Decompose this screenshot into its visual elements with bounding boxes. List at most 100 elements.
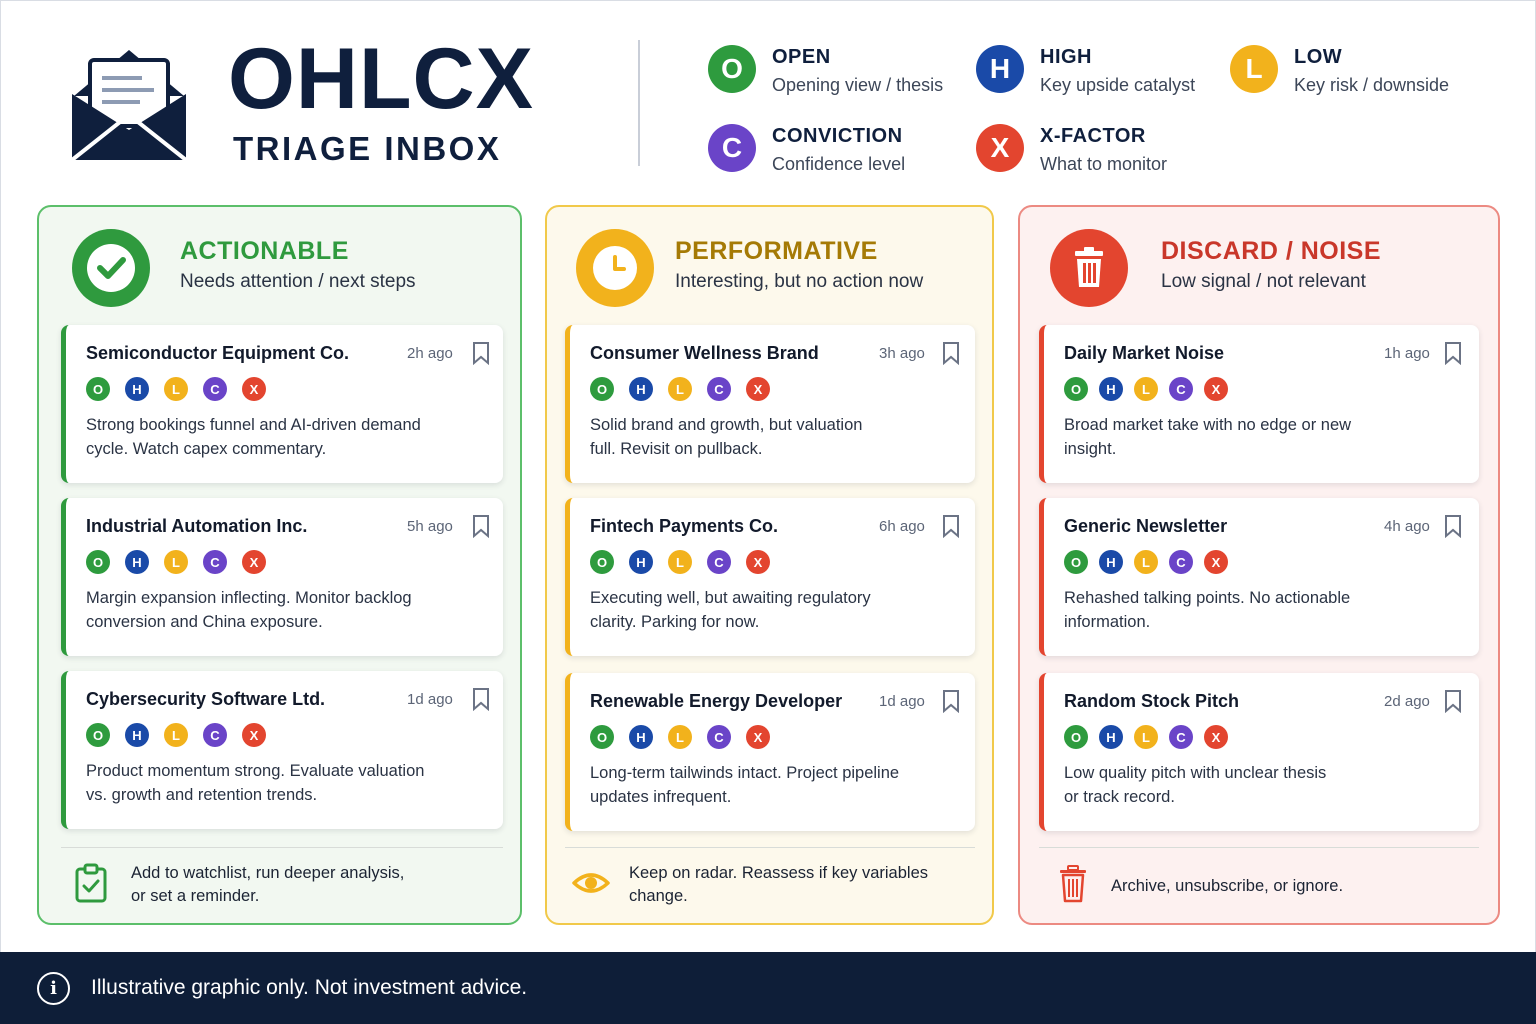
low-badge-icon: L bbox=[164, 377, 188, 401]
legend-title: OPEN bbox=[772, 46, 831, 68]
legend-desc: Key upside catalyst bbox=[1040, 75, 1196, 95]
bookmark-icon[interactable] bbox=[1444, 341, 1462, 365]
high-badge-icon: H bbox=[125, 377, 149, 401]
legend-desc: Opening view / thesis bbox=[772, 75, 944, 95]
message-card[interactable]: Generic Newsletter 4h ago O H L C X Reha… bbox=[1039, 498, 1479, 656]
message-card[interactable]: Consumer Wellness Brand 3h ago O H L C X… bbox=[565, 325, 975, 483]
open-badge-icon: O bbox=[86, 550, 110, 574]
card-summary: Product momentum strong. Evaluate valuat… bbox=[86, 759, 424, 807]
column-title: ACTIONABLE bbox=[180, 237, 349, 265]
x-factor-badge-icon: X bbox=[242, 723, 266, 747]
card-title: Consumer Wellness Brand bbox=[590, 343, 819, 363]
x-factor-badge-icon: X bbox=[746, 377, 770, 401]
open-badge-icon: O bbox=[590, 377, 614, 401]
low-badge-icon: L bbox=[1134, 725, 1158, 749]
bookmark-icon[interactable] bbox=[1444, 689, 1462, 713]
open-badge-icon: O bbox=[590, 550, 614, 574]
bookmark-icon[interactable] bbox=[472, 341, 490, 365]
column-desc: Low signal / not relevant bbox=[1161, 271, 1366, 292]
x-factor-badge-icon: X bbox=[746, 550, 770, 574]
card-summary-line: insight. bbox=[1064, 440, 1117, 458]
column-footer-line: Keep on radar. Reassess if key variables bbox=[629, 864, 928, 882]
card-timestamp: 2h ago bbox=[407, 345, 453, 362]
message-card[interactable]: Semiconductor Equipment Co. 2h ago O H L… bbox=[61, 325, 503, 483]
ohlcx-badges: O H L C X bbox=[86, 550, 281, 574]
x-factor-badge-icon: X bbox=[746, 725, 770, 749]
high-badge-icon: H bbox=[629, 725, 653, 749]
card-summary-line: Long-term tailwinds intact. Project pipe… bbox=[590, 764, 900, 782]
card-summary: Strong bookings funnel and AI-driven dem… bbox=[86, 413, 421, 461]
card-summary-line: Executing well, but awaiting regulatory bbox=[590, 589, 871, 607]
high-badge-icon: H bbox=[1099, 377, 1123, 401]
card-timestamp: 6h ago bbox=[879, 518, 925, 535]
clipboard-check-icon bbox=[75, 863, 107, 903]
clock-icon bbox=[576, 229, 654, 307]
message-card[interactable]: Fintech Payments Co. 6h ago O H L C X Ex… bbox=[565, 498, 975, 656]
low-badge-icon: L bbox=[668, 725, 692, 749]
card-summary-line: clarity. Parking for now. bbox=[590, 613, 760, 631]
x-factor-badge-icon: X bbox=[1204, 550, 1228, 574]
card-title: Renewable Energy Developer bbox=[590, 691, 843, 711]
message-card[interactable]: Cybersecurity Software Ltd. 1d ago O H L… bbox=[61, 671, 503, 829]
ohlcx-badges: O H L C X bbox=[590, 725, 785, 749]
card-title: Daily Market Noise bbox=[1064, 343, 1225, 363]
card-timestamp: 1h ago bbox=[1384, 345, 1430, 362]
high-badge-icon: H bbox=[629, 550, 653, 574]
bookmark-icon[interactable] bbox=[472, 687, 490, 711]
column-footer-divider bbox=[61, 847, 503, 848]
bookmark-icon[interactable] bbox=[1444, 514, 1462, 538]
message-card[interactable]: Renewable Energy Developer 1d ago O H L … bbox=[565, 673, 975, 831]
column-footer-divider bbox=[565, 847, 975, 848]
low-badge-icon: L bbox=[1134, 377, 1158, 401]
message-card[interactable]: Daily Market Noise 1h ago O H L C X Broa… bbox=[1039, 325, 1479, 483]
conviction-badge-icon: C bbox=[707, 550, 731, 574]
column-actionable: ACTIONABLE Needs attention / next steps … bbox=[37, 205, 522, 925]
conviction-badge-icon: C bbox=[203, 723, 227, 747]
card-timestamp: 1d ago bbox=[879, 693, 925, 710]
open-badge-icon: O bbox=[708, 45, 756, 93]
card-summary-line: Solid brand and growth, but valuation bbox=[590, 416, 863, 434]
low-badge-icon: L bbox=[164, 550, 188, 574]
legend-title: LOW bbox=[1294, 46, 1343, 68]
legend-desc: Confidence level bbox=[772, 154, 906, 174]
high-badge-icon: H bbox=[125, 550, 149, 574]
legend-title: CONVICTION bbox=[772, 125, 903, 147]
low-badge-icon: L bbox=[164, 723, 188, 747]
legend-desc: Key risk / downside bbox=[1294, 75, 1450, 95]
bookmark-icon[interactable] bbox=[472, 514, 490, 538]
message-card[interactable]: Random Stock Pitch 2d ago O H L C X Low … bbox=[1039, 673, 1479, 831]
card-summary-line: Product momentum strong. Evaluate valuat… bbox=[86, 762, 425, 780]
ohlcx-badges: O H L C X bbox=[590, 550, 785, 574]
column-title: PERFORMATIVE bbox=[675, 237, 878, 265]
card-summary-line: vs. growth and retention trends. bbox=[86, 786, 318, 804]
conviction-badge-icon: C bbox=[707, 377, 731, 401]
column-footer-line: Archive, unsubscribe, or ignore. bbox=[1111, 877, 1344, 895]
column-footer-line: change. bbox=[629, 887, 688, 905]
x-factor-badge-icon: X bbox=[242, 377, 266, 401]
card-timestamp: 1d ago bbox=[407, 691, 453, 708]
bookmark-icon[interactable] bbox=[942, 689, 960, 713]
conviction-badge-icon: C bbox=[203, 550, 227, 574]
card-summary: Rehashed talking points. No actionable i… bbox=[1064, 586, 1350, 634]
legend-high: H HIGH Key upside catalyst bbox=[976, 45, 1195, 96]
card-summary-line: or track record. bbox=[1064, 788, 1175, 806]
card-summary-line: conversion and China exposure. bbox=[86, 613, 323, 631]
legend-open: O OPEN Opening view / thesis bbox=[708, 45, 943, 96]
ohlcx-badges: O H L C X bbox=[590, 377, 785, 401]
open-envelope-icon bbox=[70, 50, 188, 162]
app-title: OHLCX bbox=[228, 31, 534, 127]
app-subtitle: TRIAGE INBOX bbox=[233, 130, 502, 167]
bookmark-icon[interactable] bbox=[942, 341, 960, 365]
open-badge-icon: O bbox=[86, 723, 110, 747]
low-badge-icon: L bbox=[1230, 45, 1278, 93]
message-card[interactable]: Industrial Automation Inc. 5h ago O H L … bbox=[61, 498, 503, 656]
conviction-badge-icon: C bbox=[203, 377, 227, 401]
bookmark-icon[interactable] bbox=[942, 514, 960, 538]
disclaimer-text: Illustrative graphic only. Not investmen… bbox=[91, 976, 528, 999]
card-summary: Broad market take with no edge or new in… bbox=[1064, 413, 1351, 461]
column-desc: Interesting, but no action now bbox=[675, 271, 924, 292]
column-footer-text: Add to watchlist, run deeper analysis, o… bbox=[131, 862, 404, 908]
card-summary: Executing well, but awaiting regulatory … bbox=[590, 586, 871, 634]
open-badge-icon: O bbox=[1064, 725, 1088, 749]
card-title: Fintech Payments Co. bbox=[590, 516, 779, 536]
